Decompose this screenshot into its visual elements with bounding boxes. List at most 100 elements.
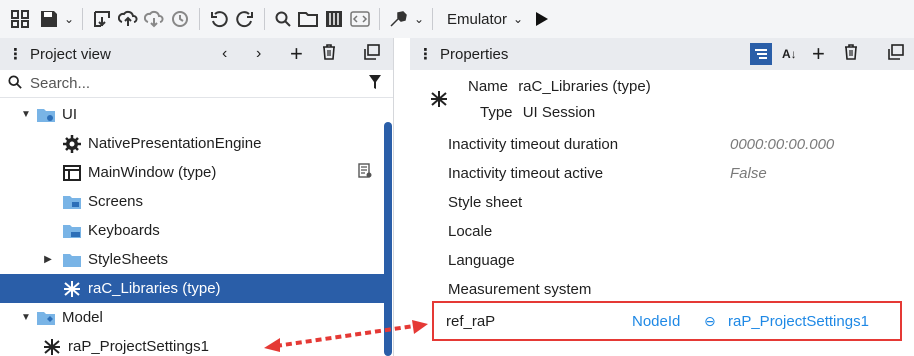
play-icon[interactable] — [529, 5, 555, 33]
property-row[interactable]: Style sheet — [448, 188, 908, 216]
delete-icon[interactable] — [322, 44, 336, 64]
properties-page-icon[interactable] — [358, 162, 372, 183]
network-icon — [430, 90, 448, 112]
property-label: Locale — [448, 222, 493, 240]
redo-icon[interactable] — [232, 5, 258, 33]
toolbar-divider — [264, 8, 265, 30]
project-view-panel: ⋮ Project view ‹ › + Search... ▼ UI Nati… — [0, 38, 394, 356]
tree-item[interactable]: ▶ StyleSheets — [0, 245, 390, 274]
name-label: Name — [468, 78, 509, 95]
property-row[interactable]: Inactivity timeout duration 0000:00:00.0… — [448, 130, 908, 158]
tree-item[interactable]: NativePresentationEngine — [0, 129, 390, 158]
panel-title: Project view — [30, 45, 111, 63]
tree-item-label: NativePresentationEngine — [88, 135, 262, 152]
import-icon[interactable] — [89, 5, 115, 33]
popout-icon[interactable] — [364, 44, 380, 64]
window-icon — [62, 164, 82, 182]
ref-target-link[interactable]: raP_ProjectSettings1 — [728, 313, 869, 330]
folder-icon — [62, 251, 82, 269]
search-icon — [8, 74, 22, 93]
property-value[interactable]: 0000:00:00.000 — [730, 136, 834, 153]
toolbar-divider — [199, 8, 200, 30]
folder-screen-icon — [62, 193, 82, 211]
search-bar[interactable]: Search... — [0, 70, 393, 98]
tree-item-selected[interactable]: raC_Libraries (type) — [0, 274, 390, 303]
chevron-down-icon[interactable]: ▼ — [20, 109, 32, 120]
property-row[interactable]: Measurement system — [448, 275, 908, 303]
property-label: Measurement system — [448, 280, 592, 298]
search-input[interactable]: Search... — [30, 75, 90, 92]
undo-icon[interactable] — [206, 5, 232, 33]
tree-item-label: raC_Libraries (type) — [88, 280, 221, 297]
add-icon[interactable]: + — [290, 41, 303, 67]
chevron-down-icon[interactable]: ▼ — [20, 312, 32, 323]
drag-handle-icon[interactable]: ⋮ — [8, 45, 23, 63]
tree-item-label: Screens — [88, 193, 144, 210]
tree-item[interactable]: ▼ UI — [0, 100, 390, 129]
ref-property-row[interactable]: ref_raP NodeId ⊖ raP_ProjectSettings1 — [446, 307, 906, 335]
tree-item[interactable]: MainWindow (type) — [0, 158, 390, 187]
filter-icon[interactable] — [368, 74, 382, 94]
property-label: Inactivity timeout duration — [448, 135, 619, 153]
save-icon[interactable] — [36, 5, 62, 33]
library-icon[interactable] — [321, 5, 347, 33]
tree-item-label: UI — [62, 106, 77, 123]
code-icon[interactable] — [347, 5, 373, 33]
emulator-label: Emulator — [447, 10, 508, 28]
type-label: Type — [480, 104, 513, 121]
drag-handle-icon[interactable]: ⋮ — [418, 45, 433, 63]
type-value: UI Session — [522, 104, 596, 121]
ref-type: NodeId — [632, 312, 681, 330]
folder-keyboard-icon — [62, 222, 82, 240]
layout-grid-icon[interactable] — [8, 5, 32, 33]
property-row[interactable]: Language — [448, 246, 908, 274]
main-toolbar: ⌄ ⌄ Emulator ⌄ — [0, 0, 914, 38]
toolbar-divider — [82, 8, 83, 30]
network-icon — [42, 338, 62, 356]
property-label: ref_raP — [446, 312, 496, 330]
reference-arrow — [264, 320, 428, 352]
tree-item[interactable]: Screens — [0, 187, 390, 216]
chevron-down-icon: ⌄ — [513, 12, 524, 26]
link-icon[interactable]: ⊖ — [704, 313, 716, 330]
properties-header: ⋮ Properties A↓ + — [410, 38, 914, 70]
chevron-left-icon[interactable]: ‹ — [222, 45, 227, 63]
history-icon[interactable] — [167, 5, 193, 33]
node-name-row: Name raC_Libraries (type) — [468, 78, 651, 95]
chevron-down-icon[interactable]: ⌄ — [62, 5, 76, 33]
property-value[interactable]: False — [730, 165, 767, 182]
toolbar-divider — [432, 8, 433, 30]
chevron-right-icon[interactable]: ▶ — [42, 254, 54, 265]
property-row[interactable]: Inactivity timeout active False — [448, 159, 908, 187]
chevron-down-icon[interactable]: ⌄ — [412, 5, 426, 33]
folder-model-icon — [36, 309, 56, 327]
folder-ui-icon — [36, 106, 56, 124]
tree-item-label: raP_ProjectSettings1 — [68, 338, 209, 355]
cloud-download-icon[interactable] — [141, 5, 167, 33]
list-view-icon[interactable] — [750, 43, 772, 65]
name-value[interactable]: raC_Libraries (type) — [518, 78, 651, 95]
property-label: Style sheet — [448, 193, 523, 211]
emulator-dropdown[interactable]: Emulator ⌄ — [447, 11, 523, 28]
search-icon[interactable] — [271, 5, 295, 33]
chevron-right-icon[interactable]: › — [256, 45, 261, 63]
upload-icon[interactable] — [115, 5, 141, 33]
folder-icon[interactable] — [295, 5, 321, 33]
project-view-header: ⋮ Project view ‹ › + — [0, 38, 393, 70]
tree-item[interactable]: Keyboards — [0, 216, 390, 245]
panel-title: Properties — [440, 45, 509, 63]
property-label: Inactivity timeout active — [448, 164, 604, 182]
add-icon[interactable]: + — [812, 41, 825, 67]
network-icon — [62, 280, 82, 298]
property-label: Language — [448, 251, 515, 269]
property-row[interactable]: Locale — [448, 217, 908, 245]
sort-az-icon[interactable]: A↓ — [782, 47, 797, 61]
node-type-row: Type UI Session — [480, 104, 595, 121]
popout-icon[interactable] — [888, 44, 904, 64]
gear-icon — [62, 134, 82, 153]
tree-item-label: MainWindow (type) — [88, 164, 217, 181]
tree-item-label: StyleSheets — [88, 251, 169, 268]
delete-icon[interactable] — [844, 44, 858, 64]
tree-item-label: Model — [62, 309, 103, 326]
build-icon[interactable] — [386, 5, 412, 33]
